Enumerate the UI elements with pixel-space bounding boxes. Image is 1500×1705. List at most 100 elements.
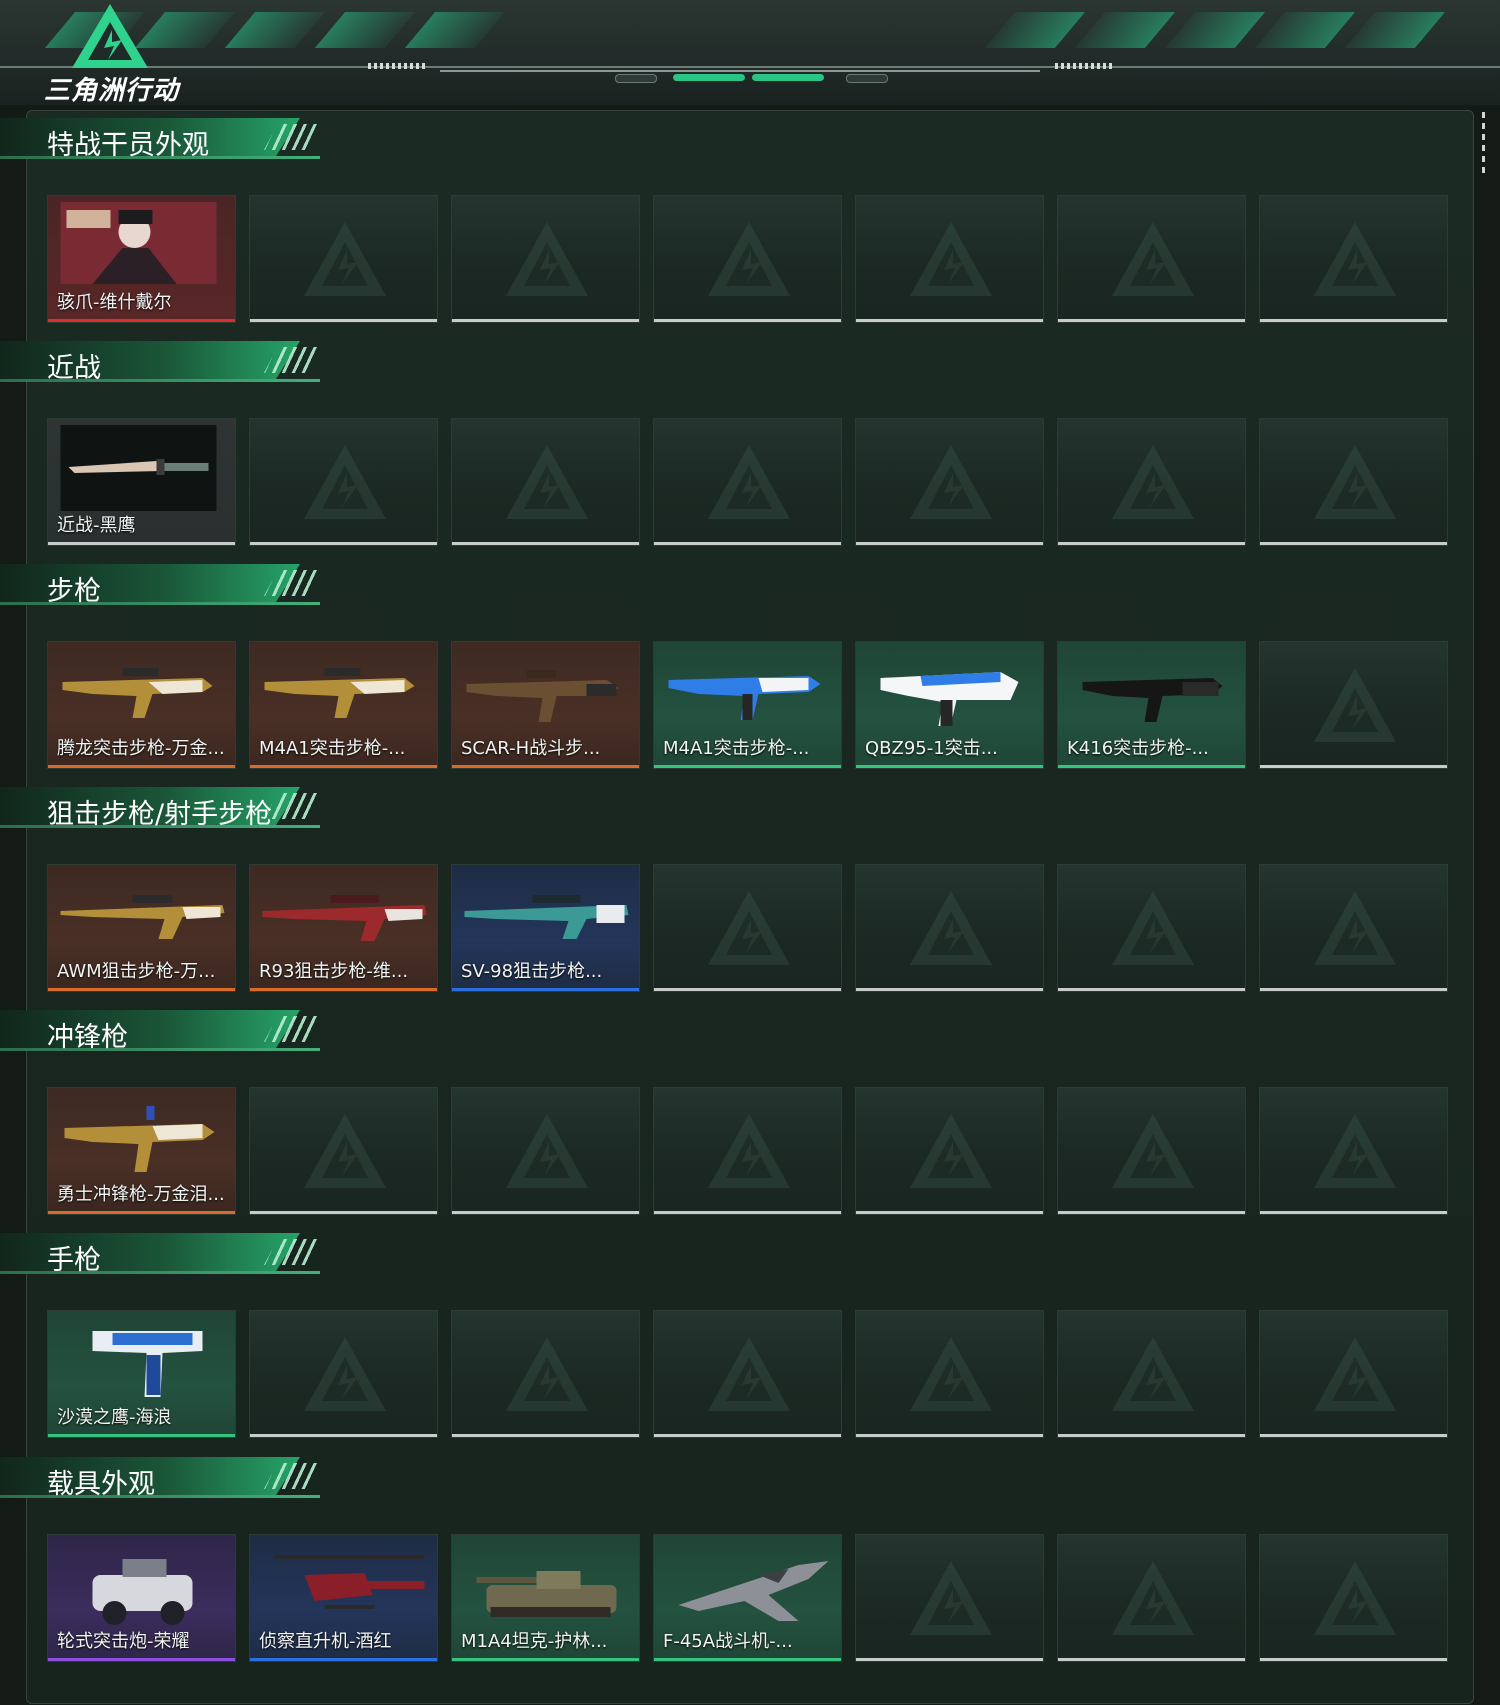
empty-slot bbox=[249, 1087, 438, 1215]
slot-bottom-bar bbox=[856, 1658, 1043, 1661]
slot-bottom-bar bbox=[1058, 988, 1245, 991]
empty-slot bbox=[1057, 195, 1246, 323]
empty-slot bbox=[1057, 864, 1246, 992]
section-header: 特战干员外观 bbox=[0, 110, 330, 166]
empty-slot bbox=[1259, 641, 1448, 769]
placeholder-logo-icon bbox=[506, 445, 588, 519]
placeholder-logo-icon bbox=[304, 1337, 386, 1411]
item-card[interactable]: 骇爪-维什戴尔 bbox=[47, 195, 236, 323]
item-thumbnail bbox=[476, 1571, 617, 1617]
slot-bottom-bar bbox=[654, 988, 841, 991]
empty-slot bbox=[855, 418, 1044, 546]
empty-slot bbox=[653, 418, 842, 546]
item-thumbnail bbox=[464, 895, 629, 939]
section-header: 冲锋枪 bbox=[0, 1002, 330, 1058]
placeholder-logo-icon bbox=[506, 222, 588, 296]
slot-bottom-bar bbox=[250, 542, 437, 545]
empty-slot bbox=[653, 864, 842, 992]
empty-slot bbox=[249, 195, 438, 323]
rarity-bar bbox=[856, 765, 1043, 768]
section-header: 近战 bbox=[0, 333, 330, 389]
section-header-bar bbox=[0, 564, 300, 602]
empty-slot bbox=[1057, 1534, 1246, 1662]
item-card[interactable]: QBZ95-1突击... bbox=[855, 641, 1044, 769]
empty-slot bbox=[855, 1310, 1044, 1438]
empty-slot bbox=[451, 418, 640, 546]
slot-bottom-bar bbox=[1058, 1211, 1245, 1214]
item-card[interactable]: 勇士冲锋枪-万金泪... bbox=[47, 1087, 236, 1215]
item-card[interactable]: 近战-黑鹰 bbox=[47, 418, 236, 546]
item-row: 轮式突击炮-荣耀 侦察直升机-酒红 M1A4坦克-护林... F-45A战斗机-... bbox=[47, 1534, 1448, 1662]
section-header: 载具外观 bbox=[0, 1449, 330, 1505]
empty-slot bbox=[451, 195, 640, 323]
item-card[interactable]: SCAR-H战斗步... bbox=[451, 641, 640, 769]
item-card[interactable]: M1A4坦克-护林... bbox=[451, 1534, 640, 1662]
item-thumbnail bbox=[274, 1555, 425, 1609]
rarity-bar bbox=[48, 1434, 235, 1437]
item-card[interactable]: F-45A战斗机-... bbox=[653, 1534, 842, 1662]
placeholder-logo-icon bbox=[1314, 1337, 1396, 1411]
placeholder-logo-icon bbox=[708, 222, 790, 296]
slot-bottom-bar bbox=[1260, 1658, 1447, 1661]
section-title: 步枪 bbox=[47, 576, 101, 607]
slot-bottom-bar bbox=[654, 1211, 841, 1214]
rarity-bar bbox=[48, 1658, 235, 1661]
item-label: 轮式突击炮-荣耀 bbox=[57, 1631, 190, 1652]
item-thumbnail bbox=[60, 895, 225, 939]
slot-bottom-bar bbox=[1058, 319, 1245, 322]
placeholder-logo-icon bbox=[1314, 445, 1396, 519]
section-title: 载具外观 bbox=[47, 1469, 155, 1500]
item-card[interactable]: 腾龙突击步枪-万金... bbox=[47, 641, 236, 769]
header-pill bbox=[615, 74, 657, 83]
placeholder-logo-icon bbox=[506, 1337, 588, 1411]
slot-bottom-bar bbox=[250, 1434, 437, 1437]
placeholder-logo-icon bbox=[910, 1114, 992, 1188]
empty-slot bbox=[249, 1310, 438, 1438]
placeholder-logo-icon bbox=[1314, 891, 1396, 965]
item-card[interactable]: M4A1突击步枪-... bbox=[653, 641, 842, 769]
placeholder-logo-icon bbox=[708, 891, 790, 965]
section-header-bar bbox=[0, 1233, 300, 1271]
slot-bottom-bar bbox=[856, 542, 1043, 545]
item-card[interactable]: K416突击步枪-... bbox=[1057, 641, 1246, 769]
slot-bottom-bar bbox=[250, 319, 437, 322]
item-label: K416突击步枪-... bbox=[1067, 738, 1209, 759]
rarity-bar bbox=[250, 765, 437, 768]
placeholder-logo-icon bbox=[1314, 668, 1396, 742]
brand-name: 三角洲行动 bbox=[44, 76, 180, 106]
slot-bottom-bar bbox=[1058, 1434, 1245, 1437]
section: 狙击步枪/射手步枪 AWM狙击步枪-万... R93狙击步枪-维... SV-98狙击… bbox=[0, 779, 1500, 1004]
item-card[interactable]: M4A1突击步枪-... bbox=[249, 641, 438, 769]
item-thumbnail bbox=[262, 895, 427, 941]
slot-bottom-bar bbox=[654, 542, 841, 545]
slot-bottom-bar bbox=[1260, 988, 1447, 991]
item-label: M4A1突击步枪-... bbox=[663, 738, 810, 759]
item-thumbnail bbox=[92, 1559, 193, 1625]
item-card[interactable]: AWM狙击步枪-万... bbox=[47, 864, 236, 992]
item-thumbnail bbox=[668, 676, 821, 720]
empty-slot bbox=[653, 195, 842, 323]
item-thumbnail bbox=[880, 672, 1019, 726]
item-label: SCAR-H战斗步... bbox=[461, 738, 601, 759]
slot-bottom-bar bbox=[1260, 765, 1447, 768]
item-card[interactable]: 沙漠之鹰-海浪 bbox=[47, 1310, 236, 1438]
slot-bottom-bar bbox=[452, 319, 639, 322]
item-card[interactable]: R93狙击步枪-维... bbox=[249, 864, 438, 992]
item-card[interactable]: 侦察直升机-酒红 bbox=[249, 1534, 438, 1662]
placeholder-logo-icon bbox=[506, 1114, 588, 1188]
item-label: AWM狙击步枪-万... bbox=[57, 961, 216, 982]
empty-slot bbox=[451, 1310, 640, 1438]
item-row: 沙漠之鹰-海浪 bbox=[47, 1310, 1448, 1438]
item-thumbnail bbox=[92, 1331, 203, 1397]
empty-slot bbox=[1259, 418, 1448, 546]
section-header-bar bbox=[0, 1010, 300, 1048]
slot-bottom-bar bbox=[1260, 1211, 1447, 1214]
item-card[interactable]: SV-98狙击步枪... bbox=[451, 864, 640, 992]
item-card[interactable]: 轮式突击炮-荣耀 bbox=[47, 1534, 236, 1662]
placeholder-logo-icon bbox=[910, 445, 992, 519]
empty-slot bbox=[1259, 1534, 1448, 1662]
item-thumbnail bbox=[1082, 678, 1223, 722]
header-pill bbox=[846, 74, 888, 83]
empty-slot bbox=[1259, 864, 1448, 992]
item-thumbnail bbox=[678, 1561, 829, 1621]
